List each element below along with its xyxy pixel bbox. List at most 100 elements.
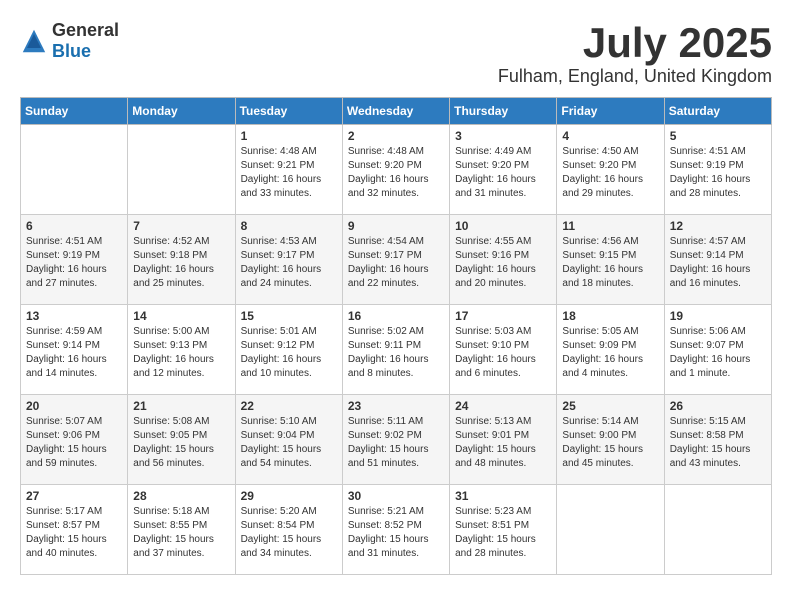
calendar-cell: 26 Sunrise: 5:15 AM Sunset: 8:58 PM Dayli… <box>664 395 771 485</box>
cell-content: Sunrise: 4:56 AM Sunset: 9:15 PM Dayligh… <box>562 235 658 291</box>
calendar-cell <box>664 485 771 575</box>
cell-content: Sunrise: 5:17 AM Sunset: 8:57 PM Dayligh… <box>26 505 122 561</box>
day-number: 1 <box>241 129 337 143</box>
day-number: 12 <box>670 219 766 233</box>
day-number: 17 <box>455 309 551 323</box>
cell-content: Sunrise: 5:20 AM Sunset: 8:54 PM Dayligh… <box>241 505 337 561</box>
day-number: 30 <box>348 489 444 503</box>
day-number: 5 <box>670 129 766 143</box>
logo-icon <box>20 27 48 55</box>
calendar-header-cell: Monday <box>128 98 235 125</box>
calendar-cell: 20 Sunrise: 5:07 AM Sunset: 9:06 PM Dayli… <box>21 395 128 485</box>
calendar-cell: 31 Sunrise: 5:23 AM Sunset: 8:51 PM Dayli… <box>450 485 557 575</box>
cell-content: Sunrise: 5:21 AM Sunset: 8:52 PM Dayligh… <box>348 505 444 561</box>
calendar-cell: 25Sunrise: 5:14 AM Sunset: 9:00 PM Dayli… <box>557 395 664 485</box>
cell-content: Sunrise: 5:23 AM Sunset: 8:51 PM Dayligh… <box>455 505 551 561</box>
calendar-header-cell: Saturday <box>664 98 771 125</box>
day-number: 2 <box>348 129 444 143</box>
cell-content: Sunrise: 4:51 AM Sunset: 9:19 PM Dayligh… <box>670 145 766 201</box>
calendar-cell <box>128 125 235 215</box>
calendar-cell: 28 Sunrise: 5:18 AM Sunset: 8:55 PM Dayli… <box>128 485 235 575</box>
calendar-cell: 16 Sunrise: 5:02 AM Sunset: 9:11 PM Dayli… <box>342 305 449 395</box>
cell-content: Sunrise: 4:55 AM Sunset: 9:16 PM Dayligh… <box>455 235 551 291</box>
calendar-week-row: 27 Sunrise: 5:17 AM Sunset: 8:57 PM Dayli… <box>21 485 772 575</box>
title-area: July 2025 Fulham, England, United Kingdo… <box>498 20 772 87</box>
cell-content: Sunrise: 4:49 AM Sunset: 9:20 PM Dayligh… <box>455 145 551 201</box>
logo: General Blue <box>20 20 119 62</box>
day-number: 31 <box>455 489 551 503</box>
day-number: 18 <box>562 309 658 323</box>
calendar-cell: 11Sunrise: 4:56 AM Sunset: 9:15 PM Dayli… <box>557 215 664 305</box>
day-number: 9 <box>348 219 444 233</box>
cell-content: Sunrise: 5:07 AM Sunset: 9:06 PM Dayligh… <box>26 415 122 471</box>
calendar-cell: 8 Sunrise: 4:53 AM Sunset: 9:17 PM Daylig… <box>235 215 342 305</box>
month-title: July 2025 <box>498 20 772 66</box>
day-number: 6 <box>26 219 122 233</box>
day-number: 8 <box>241 219 337 233</box>
cell-content: Sunrise: 5:01 AM Sunset: 9:12 PM Dayligh… <box>241 325 337 381</box>
cell-content: Sunrise: 5:11 AM Sunset: 9:02 PM Dayligh… <box>348 415 444 471</box>
calendar-cell: 19 Sunrise: 5:06 AM Sunset: 9:07 PM Dayli… <box>664 305 771 395</box>
day-number: 29 <box>241 489 337 503</box>
calendar-cell: 27 Sunrise: 5:17 AM Sunset: 8:57 PM Dayli… <box>21 485 128 575</box>
day-number: 27 <box>26 489 122 503</box>
day-number: 23 <box>348 399 444 413</box>
calendar-header-cell: Sunday <box>21 98 128 125</box>
cell-content: Sunrise: 5:03 AM Sunset: 9:10 PM Dayligh… <box>455 325 551 381</box>
cell-content: Sunrise: 5:06 AM Sunset: 9:07 PM Dayligh… <box>670 325 766 381</box>
cell-content: Sunrise: 5:05 AM Sunset: 9:09 PM Dayligh… <box>562 325 658 381</box>
calendar-body: 1Sunrise: 4:48 AM Sunset: 9:21 PM Daylig… <box>21 125 772 575</box>
calendar-cell: 10 Sunrise: 4:55 AM Sunset: 9:16 PM Dayli… <box>450 215 557 305</box>
calendar-cell: 9Sunrise: 4:54 AM Sunset: 9:17 PM Daylig… <box>342 215 449 305</box>
day-number: 7 <box>133 219 229 233</box>
cell-content: Sunrise: 5:15 AM Sunset: 8:58 PM Dayligh… <box>670 415 766 471</box>
calendar-cell: 21Sunrise: 5:08 AM Sunset: 9:05 PM Dayli… <box>128 395 235 485</box>
calendar-cell: 1Sunrise: 4:48 AM Sunset: 9:21 PM Daylig… <box>235 125 342 215</box>
cell-content: Sunrise: 5:00 AM Sunset: 9:13 PM Dayligh… <box>133 325 229 381</box>
cell-content: Sunrise: 4:59 AM Sunset: 9:14 PM Dayligh… <box>26 325 122 381</box>
calendar-cell: 15 Sunrise: 5:01 AM Sunset: 9:12 PM Dayli… <box>235 305 342 395</box>
cell-content: Sunrise: 4:52 AM Sunset: 9:18 PM Dayligh… <box>133 235 229 291</box>
calendar-cell: 22Sunrise: 5:10 AM Sunset: 9:04 PM Dayli… <box>235 395 342 485</box>
calendar-cell: 17 Sunrise: 5:03 AM Sunset: 9:10 PM Dayli… <box>450 305 557 395</box>
day-number: 26 <box>670 399 766 413</box>
calendar-cell: 4Sunrise: 4:50 AM Sunset: 9:20 PM Daylig… <box>557 125 664 215</box>
calendar-week-row: 6 Sunrise: 4:51 AM Sunset: 9:19 PM Daylig… <box>21 215 772 305</box>
calendar-week-row: 1Sunrise: 4:48 AM Sunset: 9:21 PM Daylig… <box>21 125 772 215</box>
calendar-cell: 29 Sunrise: 5:20 AM Sunset: 8:54 PM Dayli… <box>235 485 342 575</box>
calendar-cell: 7 Sunrise: 4:52 AM Sunset: 9:18 PM Daylig… <box>128 215 235 305</box>
day-number: 16 <box>348 309 444 323</box>
cell-content: Sunrise: 5:13 AM Sunset: 9:01 PM Dayligh… <box>455 415 551 471</box>
day-number: 3 <box>455 129 551 143</box>
day-number: 13 <box>26 309 122 323</box>
day-number: 19 <box>670 309 766 323</box>
calendar-cell: 12Sunrise: 4:57 AM Sunset: 9:14 PM Dayli… <box>664 215 771 305</box>
calendar-cell: 6 Sunrise: 4:51 AM Sunset: 9:19 PM Daylig… <box>21 215 128 305</box>
location-title: Fulham, England, United Kingdom <box>498 66 772 87</box>
calendar-cell: 3 Sunrise: 4:49 AM Sunset: 9:20 PM Daylig… <box>450 125 557 215</box>
cell-content: Sunrise: 4:50 AM Sunset: 9:20 PM Dayligh… <box>562 145 658 201</box>
calendar-cell <box>557 485 664 575</box>
day-number: 28 <box>133 489 229 503</box>
calendar-header-cell: Thursday <box>450 98 557 125</box>
day-number: 10 <box>455 219 551 233</box>
day-number: 24 <box>455 399 551 413</box>
calendar-cell: 23 Sunrise: 5:11 AM Sunset: 9:02 PM Dayli… <box>342 395 449 485</box>
calendar-header-cell: Friday <box>557 98 664 125</box>
calendar-week-row: 13 Sunrise: 4:59 AM Sunset: 9:14 PM Dayli… <box>21 305 772 395</box>
day-number: 15 <box>241 309 337 323</box>
day-number: 20 <box>26 399 122 413</box>
calendar-week-row: 20 Sunrise: 5:07 AM Sunset: 9:06 PM Dayli… <box>21 395 772 485</box>
calendar-cell: 14 Sunrise: 5:00 AM Sunset: 9:13 PM Dayli… <box>128 305 235 395</box>
day-number: 14 <box>133 309 229 323</box>
cell-content: Sunrise: 4:53 AM Sunset: 9:17 PM Dayligh… <box>241 235 337 291</box>
cell-content: Sunrise: 5:02 AM Sunset: 9:11 PM Dayligh… <box>348 325 444 381</box>
cell-content: Sunrise: 5:18 AM Sunset: 8:55 PM Dayligh… <box>133 505 229 561</box>
calendar-header-cell: Tuesday <box>235 98 342 125</box>
calendar-cell <box>21 125 128 215</box>
calendar-header-row: SundayMondayTuesdayWednesdayThursdayFrid… <box>21 98 772 125</box>
cell-content: Sunrise: 5:10 AM Sunset: 9:04 PM Dayligh… <box>241 415 337 471</box>
cell-content: Sunrise: 4:51 AM Sunset: 9:19 PM Dayligh… <box>26 235 122 291</box>
calendar-cell: 30 Sunrise: 5:21 AM Sunset: 8:52 PM Dayli… <box>342 485 449 575</box>
calendar-cell: 13 Sunrise: 4:59 AM Sunset: 9:14 PM Dayli… <box>21 305 128 395</box>
